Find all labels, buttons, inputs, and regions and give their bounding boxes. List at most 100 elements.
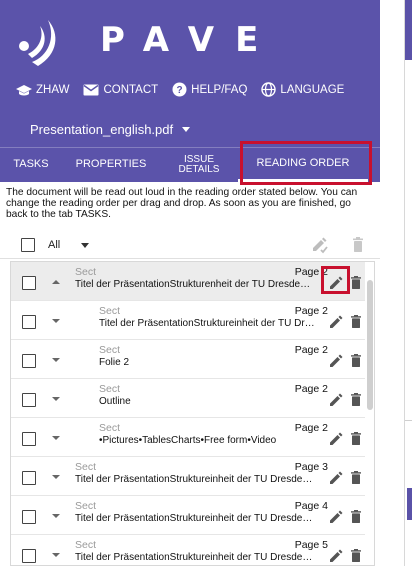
row-checkbox[interactable] — [22, 276, 36, 290]
nav-help-label: HELP/FAQ — [191, 83, 248, 96]
nav-language-label: LANGUAGE — [280, 83, 345, 96]
nav-contact-label: CONTACT — [103, 83, 159, 96]
item-title: •Pictures•TablesCharts•Free form•Video — [99, 435, 277, 446]
reading-order-info: The document will be read out loud in th… — [6, 187, 358, 221]
select-all-label: All — [48, 239, 61, 251]
delete-icon[interactable] — [351, 471, 361, 484]
delete-icon[interactable] — [351, 354, 361, 367]
edit-icon[interactable] — [329, 393, 343, 407]
delete-icon[interactable] — [351, 549, 361, 562]
list-item[interactable]: Sect Outline Page 2 — [11, 379, 365, 418]
item-type: Sect — [99, 344, 121, 356]
chevron-down-icon[interactable] — [51, 434, 61, 442]
chevron-down-icon[interactable] — [51, 473, 61, 481]
delete-icon[interactable] — [351, 393, 361, 406]
bulk-delete-icon[interactable] — [352, 237, 364, 252]
edit-icon[interactable] — [329, 510, 343, 524]
item-page: Page 2 — [294, 305, 328, 317]
chevron-down-icon[interactable] — [51, 317, 61, 325]
list-item[interactable]: Sect •Pictures•TablesCharts•Free form•Vi… — [11, 418, 365, 457]
list-item[interactable]: Sect Folie 2 Page 2 — [11, 340, 365, 379]
nav-language[interactable]: LANGUAGE — [261, 82, 344, 97]
highlight-edit-button — [321, 266, 350, 294]
item-title: Titel der PräsentationStrukturenheit der… — [75, 279, 311, 290]
main-content-divider — [405, 420, 412, 421]
row-checkbox[interactable] — [22, 393, 36, 407]
item-type: Sect — [99, 383, 121, 395]
item-type: Sect — [75, 539, 97, 551]
item-title: Folie 2 — [99, 357, 130, 368]
list-item[interactable]: Sect Titel der PräsentationStrukturenhei… — [11, 262, 365, 301]
main-content-edge — [404, 0, 412, 566]
tab-tasks[interactable]: TASKS — [0, 148, 62, 182]
delete-icon[interactable] — [351, 432, 361, 445]
document-filename: Presentation_english.pdf — [30, 122, 174, 137]
item-page: Page 2 — [294, 383, 328, 395]
select-all-checkbox[interactable] — [21, 238, 35, 252]
row-checkbox[interactable] — [22, 354, 36, 368]
list-toolbar: All — [0, 231, 380, 259]
item-page: Page 2 — [294, 422, 328, 434]
delete-icon[interactable] — [351, 315, 361, 328]
item-page: Page 5 — [294, 539, 328, 551]
list-item[interactable]: Sect Titel der PräsentationStruktureinhe… — [11, 301, 365, 340]
item-page: Page 4 — [294, 500, 328, 512]
list-item[interactable]: Sect Titel der PräsentationStruktureinhe… — [11, 535, 365, 565]
mail-icon — [83, 84, 99, 95]
nav-contact[interactable]: CONTACT — [83, 84, 158, 96]
edit-icon[interactable] — [329, 471, 343, 485]
row-checkbox[interactable] — [22, 432, 36, 446]
pave-logo-icon — [19, 20, 56, 66]
list-item[interactable]: Sect Titel der PräsentationStruktureinhe… — [11, 457, 365, 496]
document-select[interactable]: Presentation_english.pdf — [30, 122, 191, 137]
row-checkbox[interactable] — [22, 549, 36, 563]
chevron-down-icon[interactable] — [51, 395, 61, 403]
svg-text:?: ? — [177, 85, 183, 96]
row-checkbox[interactable] — [22, 471, 36, 485]
item-title: Titel der PräsentationStruktureinheit de… — [75, 474, 313, 485]
item-type: Sect — [75, 266, 97, 278]
delete-icon[interactable] — [351, 276, 361, 289]
item-title: Titel der PräsentationStruktureinheit de… — [75, 552, 313, 563]
help-circle-icon: ? — [172, 82, 187, 97]
list-scrollbar[interactable] — [367, 280, 373, 410]
top-nav: ZHAW CONTACT ? HELP/FAQ LANGUAGE — [16, 82, 358, 97]
reading-order-list: Sect Titel der PräsentationStrukturenhei… — [10, 261, 375, 566]
list-item[interactable]: Sect Titel der PräsentationStruktureinhe… — [11, 496, 365, 535]
item-title: Titel der PräsentationStruktureinheit de… — [75, 513, 313, 524]
edit-icon[interactable] — [329, 432, 343, 446]
item-type: Sect — [99, 305, 121, 317]
item-type: Sect — [99, 422, 121, 434]
item-type: Sect — [75, 461, 97, 473]
chevron-up-icon[interactable] — [51, 278, 61, 286]
item-title: Outline — [99, 396, 131, 407]
item-page: Page 3 — [294, 461, 328, 473]
app-name: PAVE — [100, 20, 280, 60]
chevron-down-icon[interactable] — [51, 356, 61, 364]
edit-icon[interactable] — [329, 549, 343, 563]
main-content-header — [405, 0, 412, 60]
delete-icon[interactable] — [351, 510, 361, 523]
chevron-down-icon[interactable] — [51, 512, 61, 520]
caret-down-icon — [182, 127, 191, 132]
row-checkbox[interactable] — [22, 510, 36, 524]
nav-zhaw[interactable]: ZHAW — [16, 84, 69, 96]
edit-icon[interactable] — [329, 354, 343, 368]
globe-icon — [261, 82, 277, 97]
graduation-cap-icon — [16, 84, 32, 95]
bulk-edit-icon[interactable] — [311, 236, 329, 254]
item-title: Titel der PräsentationStruktureinheit de… — [99, 318, 315, 329]
main-content-block — [407, 488, 412, 520]
chevron-down-icon[interactable] — [51, 551, 61, 559]
side-panel: PAVE ZHAW CONTACT ? HELP/FAQ LANGUAGE Pr… — [0, 0, 380, 566]
tab-issue-details-line1: ISSUE — [183, 153, 214, 165]
row-checkbox[interactable] — [22, 315, 36, 329]
nav-zhaw-label: ZHAW — [36, 83, 70, 96]
tab-properties[interactable]: PROPERTIES — [62, 148, 160, 182]
tab-issue-details-line2: DETAILS — [178, 164, 220, 175]
nav-help[interactable]: ? HELP/FAQ — [172, 82, 247, 97]
item-type: Sect — [75, 500, 97, 512]
edit-icon[interactable] — [329, 315, 343, 329]
tab-issue-details[interactable]: ISSUE DETAILS — [160, 148, 238, 182]
select-all-caret-icon[interactable] — [81, 243, 89, 248]
